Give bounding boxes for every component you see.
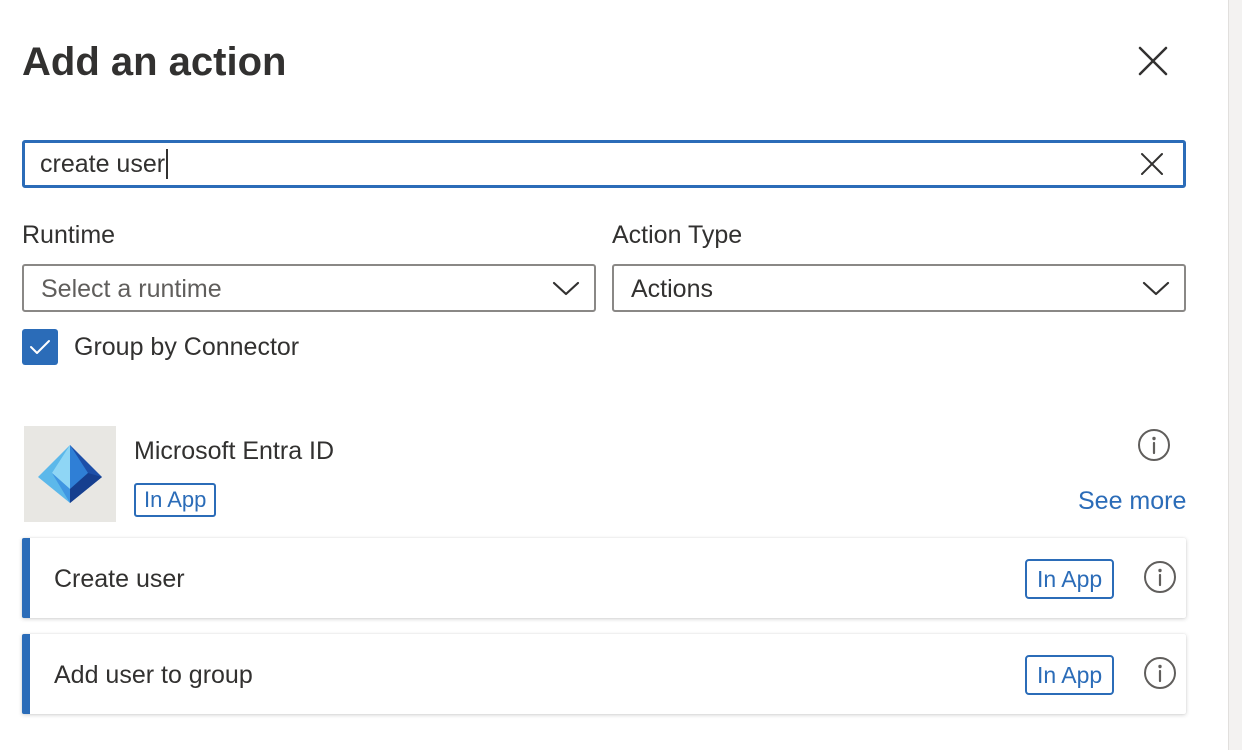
- add-action-panel: Add an action Runtime Action Type Select…: [0, 0, 1228, 750]
- in-app-badge: In App: [1025, 655, 1115, 695]
- runtime-dropdown[interactable]: Select a runtime: [22, 264, 596, 312]
- chevron-down-icon: [1142, 281, 1170, 296]
- in-app-badge: In App: [1025, 559, 1115, 599]
- connector-name: Microsoft Entra ID: [134, 437, 335, 465]
- close-icon: [1138, 46, 1168, 76]
- connector-in-app-badge: In App: [134, 483, 217, 517]
- info-icon[interactable]: [1143, 656, 1177, 690]
- entra-id-logo-icon: [38, 445, 102, 503]
- checkmark-icon: [30, 340, 50, 354]
- search-input[interactable]: [40, 143, 1120, 185]
- info-icon[interactable]: [1137, 428, 1171, 462]
- chevron-down-icon: [552, 281, 580, 296]
- group-by-connector-label[interactable]: Group by Connector: [74, 332, 299, 362]
- text-caret: [166, 149, 168, 179]
- close-panel-button[interactable]: [1128, 38, 1178, 84]
- close-icon: [1141, 153, 1163, 175]
- group-by-connector-checkbox[interactable]: [22, 329, 58, 365]
- panel-title: Add an action: [22, 40, 287, 84]
- action-item-create-user[interactable]: Create user In App: [22, 538, 1186, 618]
- search-box[interactable]: [22, 140, 1186, 188]
- runtime-label: Runtime: [22, 221, 116, 249]
- runtime-placeholder: Select a runtime: [41, 275, 222, 303]
- action-type-dropdown[interactable]: Actions: [612, 264, 1186, 312]
- action-label: Create user: [54, 565, 185, 593]
- action-type-label: Action Type: [612, 221, 743, 249]
- panel-edge: [1228, 0, 1242, 750]
- info-icon[interactable]: [1143, 560, 1177, 594]
- action-type-value: Actions: [631, 275, 713, 303]
- action-label: Add user to group: [54, 661, 253, 689]
- connector-logo: [24, 426, 116, 522]
- see-more-link[interactable]: See more: [1078, 486, 1186, 516]
- action-item-add-user-to-group[interactable]: Add user to group In App: [22, 634, 1186, 714]
- clear-search-button[interactable]: [1135, 147, 1169, 181]
